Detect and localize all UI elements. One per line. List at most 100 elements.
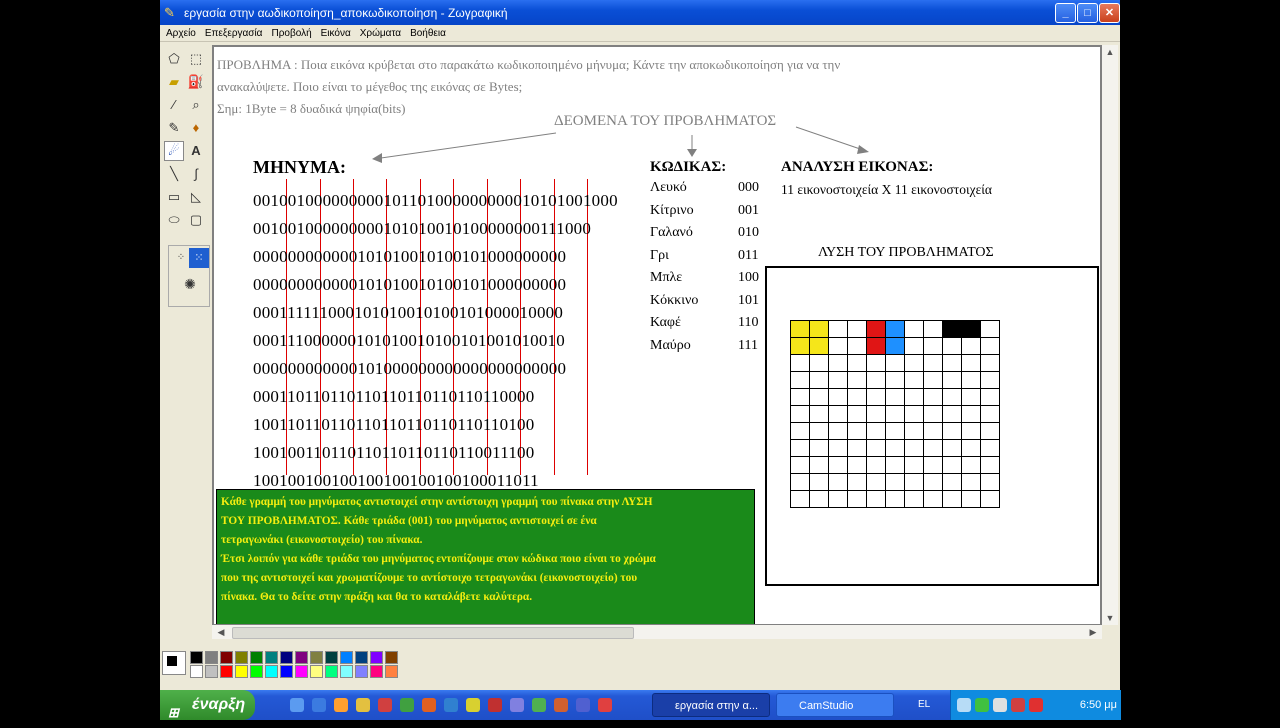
color-swatch[interactable]: [265, 651, 278, 664]
color-swatch[interactable]: [325, 651, 338, 664]
brush-icon[interactable]: ♦: [186, 118, 206, 138]
airbrush-icon[interactable]: ☄: [164, 141, 184, 161]
instructions-box: Κάθε γραμμή του μηνύματος αντιστοιχεί στ…: [216, 489, 755, 624]
quicklaunch-ie-icon[interactable]: [312, 698, 326, 712]
drawing-canvas[interactable]: ΠΡΟΒΛΗΜΑ : Ποια εικόνα κρύβεται στο παρα…: [214, 47, 1100, 624]
text-tool-icon[interactable]: A: [186, 141, 206, 161]
quicklaunch-app-icon[interactable]: [422, 698, 436, 712]
color-swatch[interactable]: [265, 665, 278, 678]
current-colors[interactable]: [162, 651, 186, 675]
task-camstudio[interactable]: CamStudio: [776, 693, 894, 717]
color-swatch[interactable]: [310, 665, 323, 678]
color-swatch[interactable]: [250, 651, 263, 664]
quicklaunch-firefox-icon[interactable]: [334, 698, 348, 712]
quicklaunch-app-icon[interactable]: [444, 698, 458, 712]
color-swatch[interactable]: [295, 665, 308, 678]
horizontal-scroll-thumb[interactable]: [232, 627, 634, 639]
polygon-tool-icon[interactable]: ◺: [186, 187, 206, 207]
minimize-button[interactable]: _: [1055, 3, 1076, 23]
color-swatch[interactable]: [250, 665, 263, 678]
color-swatch[interactable]: [385, 665, 398, 678]
line-tool-icon[interactable]: ╲: [164, 164, 184, 184]
tray-icon[interactable]: [1029, 698, 1043, 712]
tool-options[interactable]: ⁘ ⁙ ✺: [168, 245, 210, 307]
magnifier-icon[interactable]: ⌕: [186, 95, 206, 115]
color-swatch[interactable]: [340, 665, 353, 678]
grid-cell: [867, 474, 886, 491]
tray-icon[interactable]: [975, 698, 989, 712]
quicklaunch-app-icon[interactable]: [510, 698, 524, 712]
color-swatch[interactable]: [325, 665, 338, 678]
color-swatch[interactable]: [295, 651, 308, 664]
color-swatch[interactable]: [220, 665, 233, 678]
color-swatch[interactable]: [190, 651, 203, 664]
color-swatch[interactable]: [220, 651, 233, 664]
tray-icon[interactable]: [993, 698, 1007, 712]
quicklaunch-desktop-icon[interactable]: [290, 698, 304, 712]
free-select-icon[interactable]: ⬠: [164, 49, 184, 69]
quicklaunch-app-icon[interactable]: [378, 698, 392, 712]
color-swatch[interactable]: [340, 651, 353, 664]
pencil-icon[interactable]: ✎: [164, 118, 184, 138]
color-swatch[interactable]: [280, 665, 293, 678]
spray-small-icon[interactable]: ⁘: [171, 248, 191, 268]
code-row: Γρι 011: [650, 248, 759, 271]
menu-image[interactable]: Εικόνα: [321, 28, 351, 39]
curve-tool-icon[interactable]: ∫: [186, 164, 206, 184]
close-button[interactable]: ✕: [1099, 3, 1120, 23]
menu-colors[interactable]: Χρώματα: [360, 28, 401, 39]
quicklaunch-app-icon[interactable]: [532, 698, 546, 712]
color-swatch[interactable]: [385, 651, 398, 664]
scroll-right-icon[interactable]: ▶: [1086, 625, 1100, 639]
color-swatch[interactable]: [235, 665, 248, 678]
menu-file[interactable]: Αρχείο: [166, 28, 196, 39]
color-swatch[interactable]: [205, 665, 218, 678]
quicklaunch-app-icon[interactable]: [554, 698, 568, 712]
color-swatch[interactable]: [205, 651, 218, 664]
rounded-rect-tool-icon[interactable]: ▢: [186, 210, 206, 230]
color-code: 010: [738, 225, 759, 240]
color-picker-icon[interactable]: ⁄: [164, 95, 184, 115]
quicklaunch-app-icon[interactable]: [466, 698, 480, 712]
tray-icon[interactable]: [957, 698, 971, 712]
quicklaunch-folder-icon[interactable]: [356, 698, 370, 712]
menu-help[interactable]: Βοήθεια: [410, 28, 446, 39]
scroll-left-icon[interactable]: ◀: [214, 625, 228, 639]
color-swatch[interactable]: [370, 651, 383, 664]
grid-cell: [791, 355, 810, 372]
vertical-scrollbar[interactable]: ▲ ▼: [1102, 45, 1118, 625]
color-swatch[interactable]: [355, 665, 368, 678]
quicklaunch-app-icon[interactable]: [488, 698, 502, 712]
color-swatch[interactable]: [235, 651, 248, 664]
foreground-color[interactable]: [166, 655, 178, 667]
spray-large-icon[interactable]: ✺: [180, 274, 200, 294]
rect-select-icon[interactable]: ⬚: [186, 49, 206, 69]
ellipse-tool-icon[interactable]: ⬭: [164, 210, 184, 230]
color-swatch[interactable]: [280, 651, 293, 664]
menu-edit[interactable]: Επεξεργασία: [205, 28, 263, 39]
scroll-up-icon[interactable]: ▲: [1103, 45, 1117, 59]
fill-bucket-icon[interactable]: ⛽: [186, 72, 206, 92]
eraser-icon[interactable]: ▰: [164, 72, 184, 92]
color-swatch[interactable]: [190, 665, 203, 678]
grid-cell: [962, 321, 981, 338]
spray-medium-icon[interactable]: ⁙: [189, 248, 209, 268]
task-paint[interactable]: εργασία στην α...: [652, 693, 770, 717]
scroll-down-icon[interactable]: ▼: [1103, 611, 1117, 625]
color-swatch[interactable]: [310, 651, 323, 664]
quicklaunch-app-icon[interactable]: [576, 698, 590, 712]
start-button[interactable]: ⊞ έναρξη: [160, 690, 255, 720]
tray-icon[interactable]: [1011, 698, 1025, 712]
color-swatch[interactable]: [355, 651, 368, 664]
menu-view[interactable]: Προβολή: [271, 28, 311, 39]
rectangle-tool-icon[interactable]: ▭: [164, 187, 184, 207]
quicklaunch-app-icon[interactable]: [598, 698, 612, 712]
grid-cell: [810, 389, 829, 406]
language-indicator[interactable]: EL: [918, 690, 930, 720]
color-swatch[interactable]: [370, 665, 383, 678]
grid-cell: [867, 355, 886, 372]
horizontal-scrollbar[interactable]: ◀ ▶: [212, 625, 1102, 639]
maximize-button[interactable]: □: [1077, 3, 1098, 23]
quicklaunch-app-icon[interactable]: [400, 698, 414, 712]
title-bar[interactable]: ✎ εργασία στην αωδικοποίηση_αποκωδικοποί…: [160, 0, 1120, 25]
